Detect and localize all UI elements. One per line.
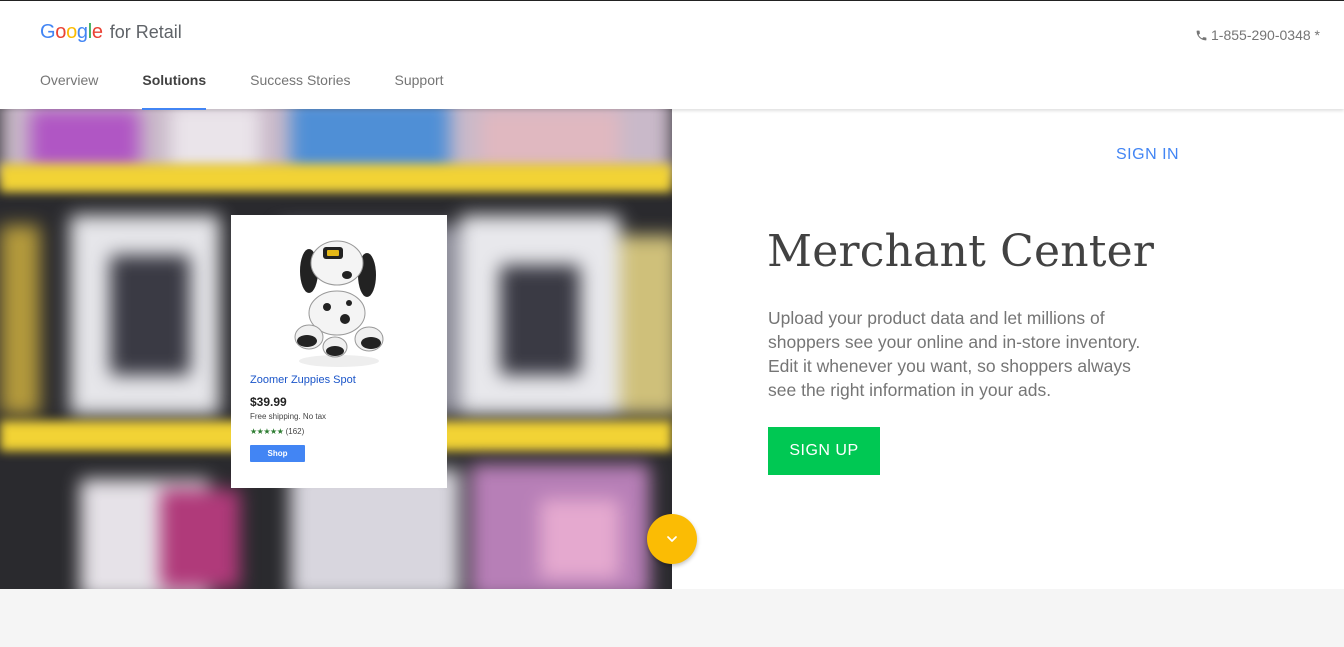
page-description: Upload your product data and let million… (768, 308, 1141, 400)
bottom-section (0, 589, 1344, 647)
review-count: (162) (285, 427, 305, 436)
nav-success-stories[interactable]: Success Stories (250, 71, 350, 110)
phone-number[interactable]: 1-855-290-0348 * (1195, 27, 1320, 43)
sign-up-button[interactable]: SIGN UP (768, 427, 880, 475)
main-nav: Overview Solutions Success Stories Suppo… (40, 71, 488, 110)
product-ad-card[interactable]: Zoomer Zuppies Spot $39.99 Free shipping… (231, 215, 447, 488)
nav-overview[interactable]: Overview (40, 71, 98, 110)
nav-support[interactable]: Support (395, 71, 444, 110)
rating-stars-icon: ★★★★★ (250, 427, 284, 436)
nav-solutions[interactable]: Solutions (142, 71, 206, 110)
phone-icon (1196, 30, 1207, 40)
product-title[interactable]: Zoomer Zuppies Spot (250, 374, 356, 386)
scroll-down-button[interactable] (647, 514, 697, 564)
page-title: Merchant Center (767, 226, 1155, 277)
product-price: $39.99 (250, 395, 287, 409)
sign-in-link[interactable]: SIGN IN (1116, 146, 1179, 164)
product-shipping: Free shipping. No tax (250, 412, 327, 421)
google-wordmark: Google (40, 21, 103, 43)
product-rating: ★★★★★ (162) (250, 427, 304, 436)
chevron-down-icon (667, 536, 677, 542)
robot-dog-product-image (294, 240, 384, 367)
yellow-shelf-1 (0, 164, 672, 192)
phone-text: 1-855-290-0348 * (1211, 27, 1320, 43)
logo-suffix: for Retail (109, 22, 182, 42)
shop-button[interactable]: Shop (250, 445, 305, 462)
google-for-retail-logo[interactable]: Google for Retail (40, 21, 182, 45)
site-header: Google for Retail 1-855-290-0348 * Overv… (0, 0, 1344, 110)
